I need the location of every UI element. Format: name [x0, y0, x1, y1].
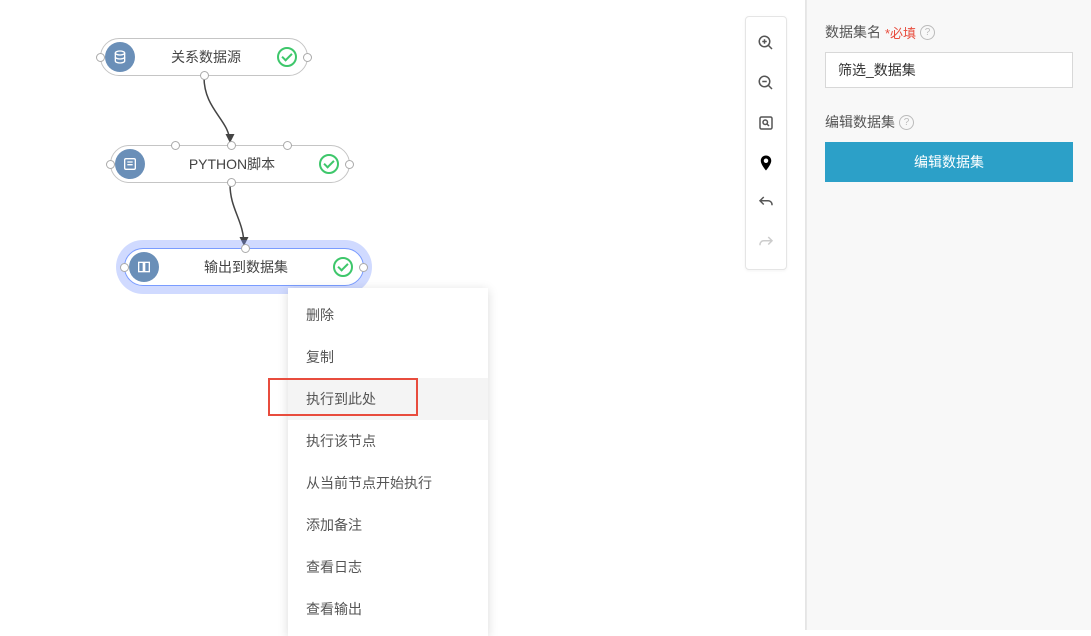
- edit-dataset-button[interactable]: 编辑数据集: [825, 142, 1073, 182]
- properties-panel: 数据集名 *必填 ? 编辑数据集 ? 编辑数据集: [806, 0, 1091, 630]
- node-relational-datasource[interactable]: 关系数据源: [100, 38, 308, 76]
- help-icon[interactable]: ?: [899, 115, 914, 130]
- success-icon: [333, 257, 353, 277]
- edit-dataset-label: 编辑数据集 ?: [825, 112, 1073, 132]
- help-icon[interactable]: ?: [920, 25, 935, 40]
- menu-run-to-here[interactable]: 执行到此处: [288, 378, 488, 420]
- script-icon: [115, 149, 145, 179]
- required-indicator: *必填: [885, 23, 916, 42]
- canvas-toolbar: [745, 16, 787, 270]
- locate-icon[interactable]: [748, 145, 784, 181]
- menu-run-from-here[interactable]: 从当前节点开始执行: [288, 462, 488, 504]
- success-icon: [319, 154, 339, 174]
- menu-run-this-node[interactable]: 执行该节点: [288, 420, 488, 462]
- menu-add-note[interactable]: 添加备注: [288, 504, 488, 546]
- canvas-area[interactable]: 关系数据源 PYTHON脚本 输出到数据集: [0, 0, 806, 630]
- menu-view-log[interactable]: 查看日志: [288, 546, 488, 588]
- output-icon: [129, 252, 159, 282]
- node-label: 关系数据源: [143, 47, 269, 67]
- menu-delete[interactable]: 删除: [288, 294, 488, 336]
- success-icon: [277, 47, 297, 67]
- dataset-name-input[interactable]: [825, 52, 1073, 88]
- redo-icon[interactable]: [748, 225, 784, 261]
- zoom-out-icon[interactable]: [748, 65, 784, 101]
- node-label: PYTHON脚本: [153, 154, 311, 174]
- fit-screen-icon[interactable]: [748, 105, 784, 141]
- node-python-script[interactable]: PYTHON脚本: [110, 145, 350, 183]
- menu-copy[interactable]: 复制: [288, 336, 488, 378]
- context-menu: 删除 复制 执行到此处 执行该节点 从当前节点开始执行 添加备注 查看日志 查看…: [288, 288, 488, 636]
- zoom-in-icon[interactable]: [748, 25, 784, 61]
- node-output-dataset[interactable]: 输出到数据集: [124, 248, 364, 286]
- undo-icon[interactable]: [748, 185, 784, 221]
- menu-view-output[interactable]: 查看输出: [288, 588, 488, 630]
- dataset-name-label: 数据集名 *必填 ?: [825, 22, 1073, 42]
- node-label: 输出到数据集: [167, 257, 325, 277]
- database-icon: [105, 42, 135, 72]
